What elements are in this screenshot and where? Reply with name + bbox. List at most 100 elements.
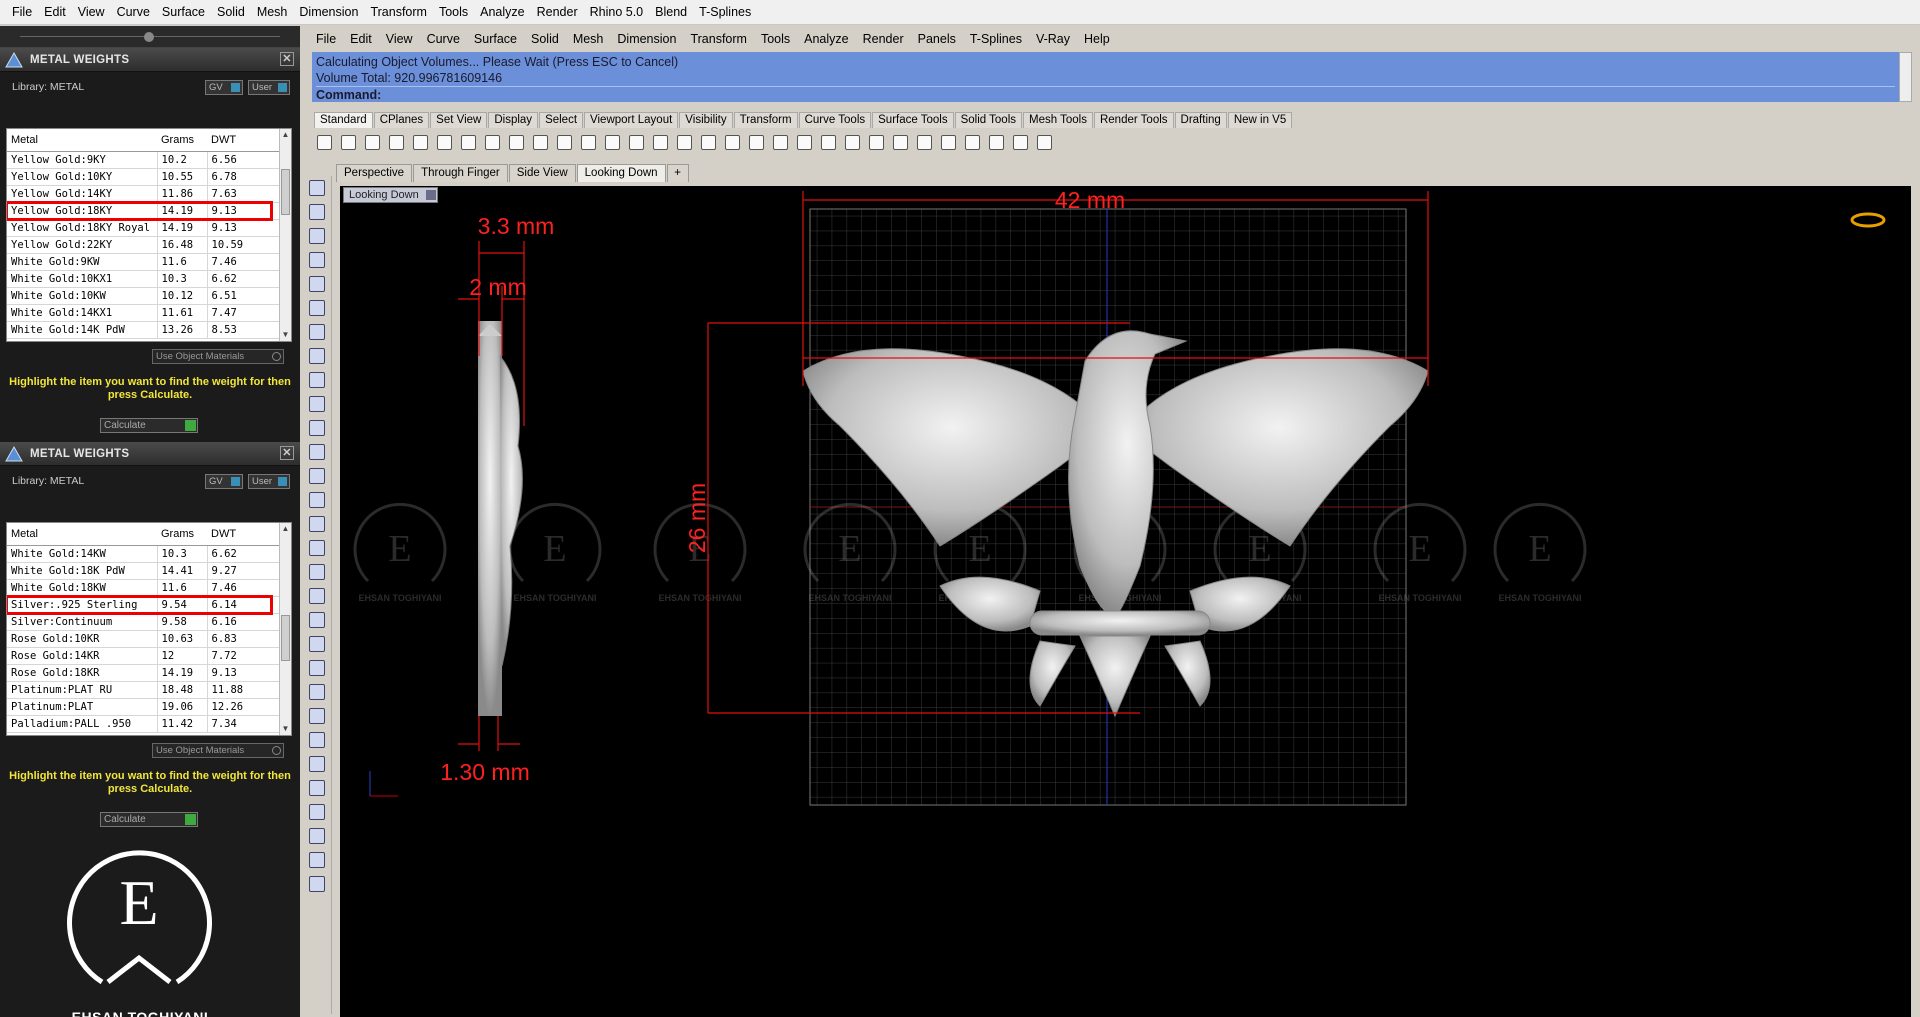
table-row[interactable]: Palladium:PALL .950 11.42 7.34 [7, 715, 281, 733]
toolbar-tool-icon[interactable] [794, 132, 815, 153]
tab-cplanes[interactable]: CPlanes [373, 112, 430, 128]
toolbar-tool-icon[interactable] [410, 132, 431, 153]
table-row[interactable]: White Gold:14K PdW 13.26 8.53 [7, 321, 281, 339]
toolbar-tool-icon[interactable] [338, 132, 359, 153]
table-row[interactable]: Platinum:PLAT RU 18.48 11.88 [7, 681, 281, 699]
table-row[interactable]: White Gold:14KX1 11.61 7.47 [7, 304, 281, 322]
user-button[interactable]: User [248, 80, 290, 95]
rhino-menu-tools[interactable]: Tools [754, 32, 797, 46]
table-scrollbar[interactable]: ▲ ▼ [279, 129, 291, 341]
toolbar-tool-icon[interactable] [362, 132, 383, 153]
gv-button[interactable]: GV [205, 474, 243, 489]
tab-display[interactable]: Display [488, 112, 539, 128]
table-row[interactable]: Yellow Gold:9KY 10.2 6.56 [7, 151, 281, 169]
tab-mesh-tools[interactable]: Mesh Tools [1023, 112, 1093, 128]
viewport-widget-icon[interactable] [1850, 212, 1886, 228]
rhino-menu-file[interactable]: File [309, 32, 343, 46]
toolbar-tool-icon[interactable] [530, 132, 551, 153]
table-row[interactable]: Yellow Gold:22KY 16.48 10.59 [7, 236, 281, 254]
menu-item-solid[interactable]: Solid [211, 5, 251, 19]
table-row[interactable]: Silver:Continuum 9.58 6.16 [7, 613, 281, 631]
menu-item-dimension[interactable]: Dimension [293, 5, 364, 19]
table-row[interactable]: Yellow Gold:10KY 10.55 6.78 [7, 168, 281, 186]
toolbar-tool-icon[interactable] [650, 132, 671, 153]
column-header[interactable]: Grams [157, 129, 207, 152]
toolbar-tool-icon[interactable] [722, 132, 743, 153]
command-area[interactable]: Calculating Object Volumes... Please Wai… [312, 52, 1899, 102]
toolbar-tool-icon[interactable] [842, 132, 863, 153]
view-tab-through-finger[interactable]: Through Finger [413, 164, 508, 182]
toolbar-tool-icon[interactable] [890, 132, 911, 153]
tab-render-tools[interactable]: Render Tools [1093, 112, 1174, 128]
rhino-menu-surface[interactable]: Surface [467, 32, 524, 46]
sidebar-tool-icon[interactable] [305, 176, 329, 200]
rhino-menu-mesh[interactable]: Mesh [566, 32, 611, 46]
command-scrollbar[interactable] [1899, 52, 1912, 102]
toolbar-tool-icon[interactable] [1034, 132, 1055, 153]
tab-surface-tools[interactable]: Surface Tools [872, 112, 954, 128]
menu-item-rhino-5-0[interactable]: Rhino 5.0 [584, 5, 650, 19]
column-header[interactable]: Metal [7, 129, 157, 152]
sidebar-tool-icon[interactable] [305, 608, 329, 632]
sidebar-tool-icon[interactable] [305, 584, 329, 608]
sidebar-tool-icon[interactable] [305, 344, 329, 368]
sidebar-tool-icon[interactable] [305, 440, 329, 464]
toolbar-tool-icon[interactable] [434, 132, 455, 153]
metal-table-2[interactable]: Metal Grams DWT White Gold:14KW 10.3 6.62 Whit… [6, 522, 292, 736]
toolbar-tool-icon[interactable] [746, 132, 767, 153]
sidebar-tool-icon[interactable] [305, 536, 329, 560]
sidebar-tool-icon[interactable] [305, 248, 329, 272]
table-row[interactable]: Yellow Gold:14KY 11.86 7.63 [7, 185, 281, 203]
rhino-menu-panels[interactable]: Panels [911, 32, 963, 46]
calculate-button[interactable]: Calculate [100, 812, 198, 827]
user-button[interactable]: User [248, 474, 290, 489]
sidebar-tool-icon[interactable] [305, 416, 329, 440]
toolbar-tool-icon[interactable] [962, 132, 983, 153]
sidebar-tool-icon[interactable] [305, 656, 329, 680]
calculate-button[interactable]: Calculate [100, 418, 198, 433]
tab-curve-tools[interactable]: Curve Tools [798, 112, 872, 128]
toolbar-tool-icon[interactable] [386, 132, 407, 153]
sidebar-tool-icon[interactable] [305, 704, 329, 728]
add-viewport-tab-icon[interactable]: + [666, 164, 689, 182]
use-object-materials-toggle[interactable]: Use Object Materials [152, 743, 284, 758]
tab-set-view[interactable]: Set View [430, 112, 488, 128]
tab-solid-tools[interactable]: Solid Tools [954, 112, 1022, 128]
table-row[interactable]: White Gold:10KX1 10.3 6.62 [7, 270, 281, 288]
sidebar-tool-icon[interactable] [305, 296, 329, 320]
rhino-menu-dimension[interactable]: Dimension [610, 32, 683, 46]
view-tab-perspective[interactable]: Perspective [336, 164, 413, 182]
menu-item-t-splines[interactable]: T-Splines [693, 5, 757, 19]
table-row[interactable]: Yellow Gold:18KY 14.19 9.13 [7, 202, 281, 220]
toolbar-tool-icon[interactable] [866, 132, 887, 153]
menu-item-tools[interactable]: Tools [433, 5, 474, 19]
rhino-menu-view[interactable]: View [379, 32, 420, 46]
column-header[interactable]: Metal [7, 523, 157, 546]
sidebar-tool-icon[interactable] [305, 560, 329, 584]
table-row[interactable]: Rose Gold:14KR 12 7.72 [7, 647, 281, 665]
toolbar-tool-icon[interactable] [674, 132, 695, 153]
sidebar-tool-icon[interactable] [305, 464, 329, 488]
menu-item-edit[interactable]: Edit [38, 5, 72, 19]
tab-drafting[interactable]: Drafting [1174, 112, 1227, 128]
toolbar-tool-icon[interactable] [458, 132, 479, 153]
menu-item-surface[interactable]: Surface [156, 5, 211, 19]
sidebar-tool-icon[interactable] [305, 776, 329, 800]
tab-new-in-v5[interactable]: New in V5 [1227, 112, 1293, 128]
table-row[interactable]: White Gold:14KW 10.3 6.62 [7, 545, 281, 563]
table-row[interactable]: Platinum:PLAT 19.06 12.26 [7, 698, 281, 716]
dock-grip[interactable] [0, 26, 300, 48]
gv-button[interactable]: GV [205, 80, 243, 95]
command-prompt[interactable]: Command: [316, 86, 1895, 103]
menu-item-render[interactable]: Render [531, 5, 584, 19]
rhino-menu-solid[interactable]: Solid [524, 32, 566, 46]
sidebar-tool-icon[interactable] [305, 872, 329, 896]
viewport-looking-down[interactable]: Looking Down E EHSAN TOGHIYANI E EHSAN TOGH… [340, 186, 1911, 1017]
toolbar-tool-icon[interactable] [314, 132, 335, 153]
column-header[interactable]: DWT [207, 523, 281, 546]
sidebar-tool-icon[interactable] [305, 368, 329, 392]
menu-item-analyze[interactable]: Analyze [474, 5, 530, 19]
toolbar-tool-icon[interactable] [938, 132, 959, 153]
menu-item-file[interactable]: File [6, 5, 38, 19]
menu-item-view[interactable]: View [72, 5, 111, 19]
